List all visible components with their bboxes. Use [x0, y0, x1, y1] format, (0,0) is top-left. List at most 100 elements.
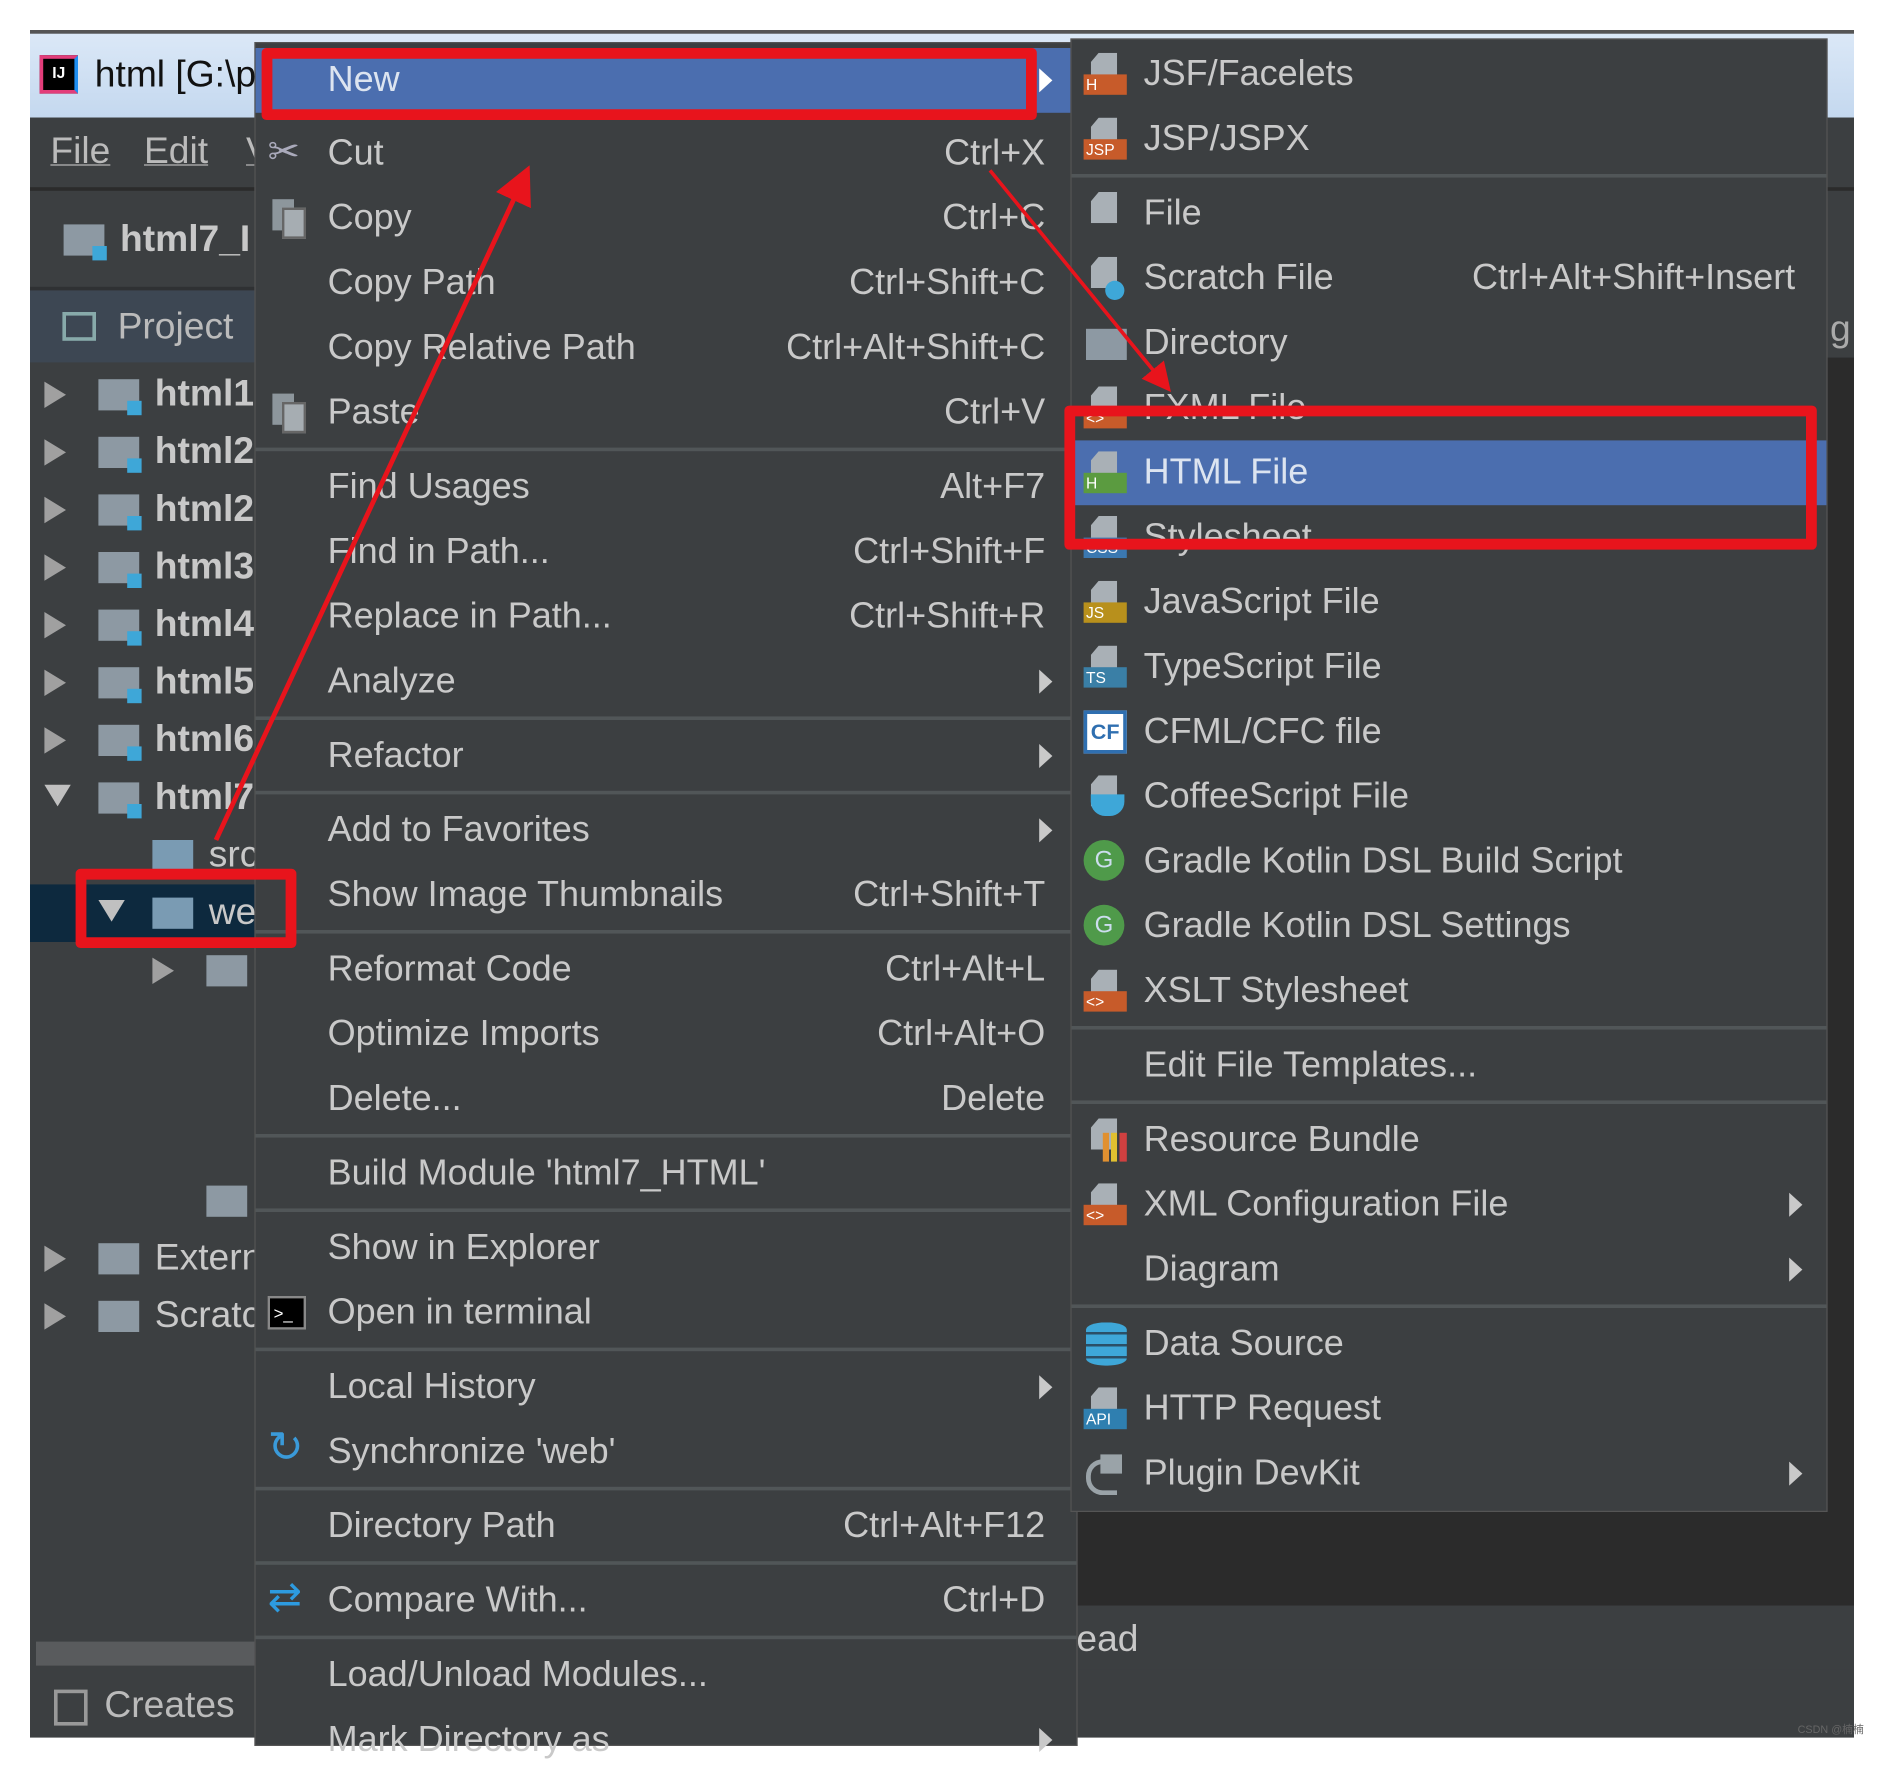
tree-item[interactable]: html7: [30, 769, 258, 827]
new-item-jsf-facelets[interactable]: H JSF/Facelets: [1072, 42, 1827, 107]
menu-item-shortcut: Ctrl+Shift+C: [849, 262, 1046, 303]
status-toggle-icon[interactable]: [54, 1689, 88, 1726]
new-item-xml-configuration-file[interactable]: <> XML Configuration File: [1072, 1172, 1827, 1237]
new-item-gradle-kotlin-dsl-settings[interactable]: G Gradle Kotlin DSL Settings: [1072, 894, 1827, 959]
tree-item[interactable]: JSP: [30, 1115, 258, 1173]
menu-item-label: Load/Unload Modules...: [327, 1654, 708, 1695]
project-breadcrumb[interactable]: html7_I: [30, 193, 259, 291]
menu-item-copy-path[interactable]: Copy Path Ctrl+Shift+C: [256, 251, 1077, 316]
project-name: html7_I: [120, 217, 251, 260]
new-item-data-source[interactable]: Data Source: [1072, 1312, 1827, 1377]
menu-item-mark-directory-as[interactable]: Mark Directory as: [256, 1708, 1077, 1772]
new-item-resource-bundle[interactable]: Resource Bundle: [1072, 1108, 1827, 1173]
new-item-directory[interactable]: Directory: [1072, 311, 1827, 376]
new-item-coffeescript-file[interactable]: CoffeeScript File: [1072, 764, 1827, 829]
gradle-icon: G: [1083, 840, 1125, 881]
new-item-jsp-jspx[interactable]: JSP JSP/JSPX: [1072, 107, 1827, 172]
menu-item-show-image-thumbnails[interactable]: Show Image Thumbnails Ctrl+Shift+T: [256, 863, 1077, 928]
project-tool-window-tab[interactable]: Project: [30, 290, 259, 363]
file-type-badge: H: [1083, 74, 1127, 95]
menu-item-cut[interactable]: ✂ Cut Ctrl+X: [256, 121, 1077, 186]
collapsed-arrow-icon[interactable]: [44, 1245, 66, 1272]
tree-item[interactable]: htı: [30, 1172, 258, 1230]
menu-item-shortcut: Ctrl+Alt+F12: [843, 1506, 1046, 1546]
menu-edit[interactable]: Edit: [144, 130, 208, 173]
tree-item[interactable]: html4: [30, 596, 258, 654]
bottom-panel-text: ead: [1076, 1617, 1139, 1660]
new-item-file[interactable]: File: [1072, 181, 1827, 246]
menu-item-label: Build Module 'html7_HTML': [327, 1153, 766, 1193]
collapsed-arrow-icon[interactable]: [152, 957, 174, 985]
menu-item-label: Local History: [327, 1366, 536, 1407]
collapsed-arrow-icon[interactable]: [44, 554, 66, 581]
menu-item-copy[interactable]: Copy Ctrl+C: [256, 186, 1077, 251]
menu-item-show-in-explorer[interactable]: Show in Explorer: [256, 1216, 1077, 1281]
collapsed-arrow-icon[interactable]: [44, 496, 66, 524]
expanded-arrow-icon[interactable]: [44, 784, 71, 807]
menu-item-open-in-terminal[interactable]: >_ Open in terminal: [256, 1280, 1077, 1345]
tree-item[interactable]: H: [30, 1057, 258, 1115]
tree-item[interactable]: html2: [30, 481, 258, 539]
tree-item-label: html6: [154, 717, 255, 760]
tree-item[interactable]: html1: [30, 366, 258, 424]
new-item-scratch-file[interactable]: Scratch File Ctrl+Alt+Shift+Insert: [1072, 246, 1827, 311]
tree-item[interactable]: [30, 942, 258, 1000]
new-item-plugin-devkit[interactable]: Plugin DevKit: [1072, 1441, 1827, 1506]
plugin-devkit-icon: [1084, 1452, 1127, 1496]
menu-item-reformat-code[interactable]: Reformat Code Ctrl+Alt+L: [256, 937, 1077, 1002]
collapsed-arrow-icon[interactable]: [44, 612, 66, 639]
tree-item[interactable]: html2: [30, 424, 258, 482]
new-item-gradle-kotlin-dsl-build-script[interactable]: G Gradle Kotlin DSL Build Script: [1072, 829, 1827, 894]
menu-item-label: Directory Path: [327, 1506, 556, 1546]
tree-item[interactable]: Scratc: [30, 1288, 258, 1346]
menu-item-analyze[interactable]: Analyze: [256, 649, 1077, 714]
menu-item-compare-with[interactable]: ⇄ Compare With... Ctrl+D: [256, 1568, 1077, 1633]
tree-item[interactable]: Extern: [30, 1230, 258, 1288]
new-item-typescript-file[interactable]: TS TypeScript File: [1072, 635, 1827, 700]
menu-item-replace-in-path[interactable]: Replace in Path... Ctrl+Shift+R: [256, 584, 1077, 649]
horizontal-scrollbar[interactable]: [36, 1641, 258, 1666]
tree-item[interactable]: html3: [30, 539, 258, 597]
menu-item-label: XSLT Stylesheet: [1143, 970, 1409, 1011]
menu-item-shortcut: Ctrl+X: [944, 133, 1046, 173]
collapsed-arrow-icon[interactable]: [44, 381, 66, 409]
new-item-cfml-cfc-file[interactable]: CF CFML/CFC file: [1072, 700, 1827, 765]
new-item-edit-file-templates[interactable]: Edit File Templates...: [1072, 1033, 1827, 1098]
submenu-arrow-icon: [1789, 1461, 1803, 1486]
menu-item-label: Resource Bundle: [1143, 1119, 1420, 1160]
collapsed-arrow-icon[interactable]: [44, 669, 66, 696]
new-item-javascript-file[interactable]: JS JavaScript File: [1072, 570, 1827, 635]
tree-item[interactable]: H: [30, 1000, 258, 1058]
menu-item-refactor[interactable]: Refactor: [256, 724, 1077, 789]
new-item-xslt-stylesheet[interactable]: <> XSLT Stylesheet: [1072, 959, 1827, 1024]
iml-file-icon: [206, 1185, 248, 1217]
menu-item-find-usages[interactable]: Find Usages Alt+F7: [256, 455, 1077, 520]
database-icon: [1084, 1322, 1127, 1366]
menu-item-directory-path[interactable]: Directory Path Ctrl+Alt+F12: [256, 1494, 1077, 1559]
menu-item-add-to-favorites[interactable]: Add to Favorites: [256, 798, 1077, 863]
menu-file[interactable]: File: [50, 130, 110, 173]
menu-item-build-module-html7-html[interactable]: Build Module 'html7_HTML': [256, 1141, 1077, 1206]
tree-item[interactable]: html6: [30, 712, 258, 770]
collapsed-arrow-icon[interactable]: [44, 727, 66, 754]
menu-item-copy-relative-path[interactable]: Copy Relative Path Ctrl+Alt+Shift+C: [256, 316, 1077, 381]
collapsed-arrow-icon[interactable]: [44, 439, 66, 466]
menu-item-load-unload-modules[interactable]: Load/Unload Modules...: [256, 1643, 1077, 1708]
new-item-http-request[interactable]: API HTTP Request: [1072, 1376, 1827, 1441]
collapsed-arrow-icon[interactable]: [44, 1303, 66, 1330]
copy-icon: [268, 197, 311, 240]
submenu-arrow-icon: [1789, 1192, 1803, 1217]
menu-item-shortcut: Ctrl+Alt+O: [877, 1014, 1046, 1054]
tree-item[interactable]: html5: [30, 654, 258, 712]
menu-item-synchronize-web[interactable]: ↻ Synchronize 'web': [256, 1420, 1077, 1485]
file-icon: [1084, 192, 1127, 235]
menu-item-label: Add to Favorites: [327, 810, 590, 850]
menu-item-label: HTTP Request: [1143, 1388, 1382, 1428]
menu-item-optimize-imports[interactable]: Optimize Imports Ctrl+Alt+O: [256, 1002, 1077, 1067]
menu-item-delete[interactable]: Delete... Delete: [256, 1067, 1077, 1132]
menu-item-local-history[interactable]: Local History: [256, 1355, 1077, 1420]
new-item-diagram[interactable]: Diagram: [1072, 1237, 1827, 1302]
menu-item-paste[interactable]: Paste Ctrl+V: [256, 380, 1077, 445]
menu-separator: [255, 930, 1077, 934]
menu-item-find-in-path[interactable]: Find in Path... Ctrl+Shift+F: [256, 520, 1077, 585]
